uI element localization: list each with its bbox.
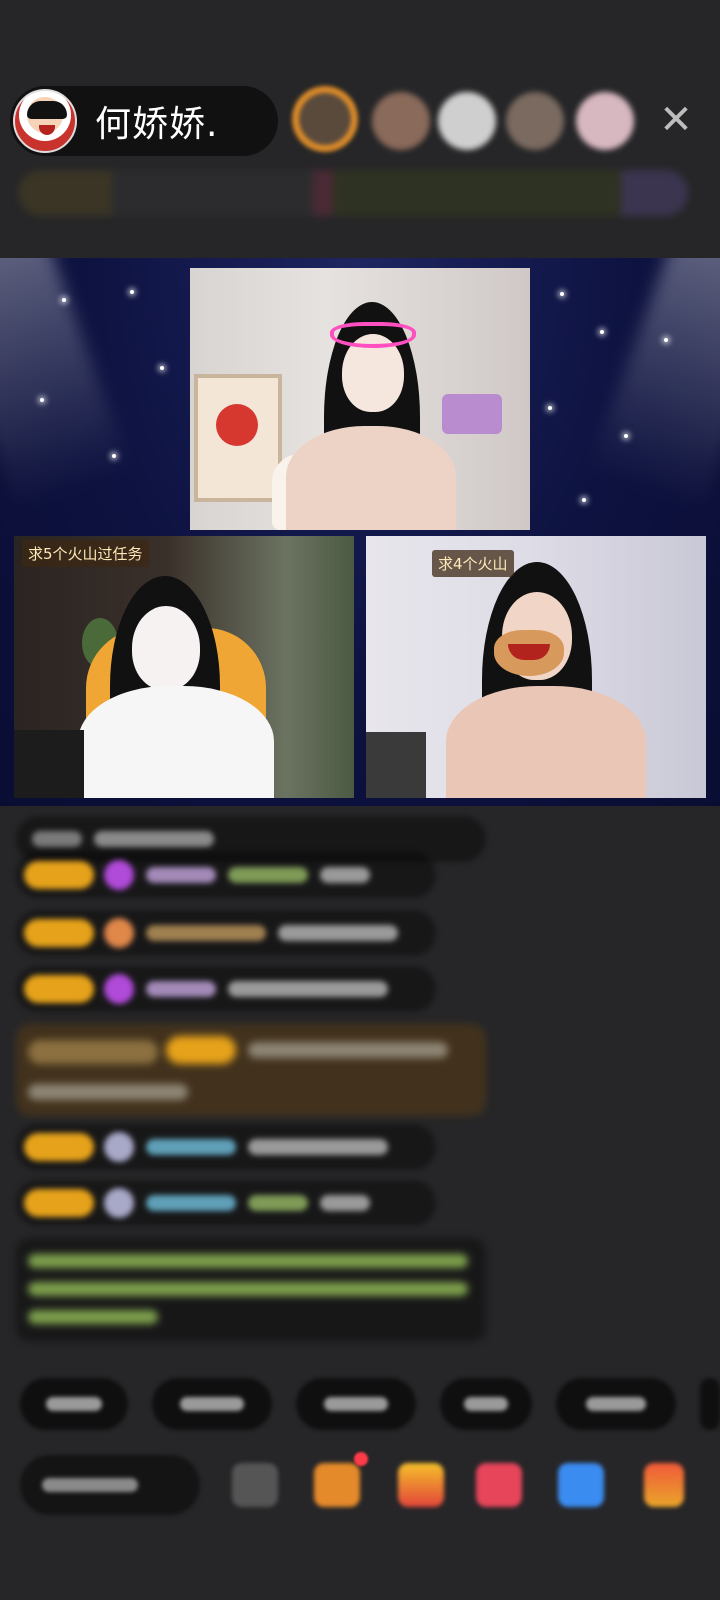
- guest-body: [78, 686, 274, 798]
- game-icon[interactable]: [558, 1463, 604, 1507]
- video-stage: 求5个火山过任务 求4个火山: [0, 258, 720, 806]
- task-tag-right: 求4个火山: [432, 550, 514, 577]
- host-video[interactable]: [190, 268, 530, 530]
- chat-message: [16, 1124, 436, 1170]
- chat-message-highlight: [16, 1024, 486, 1116]
- microphone: [366, 732, 426, 798]
- emoji-icon[interactable]: [232, 1463, 278, 1507]
- task-tag-left: 求5个火山过任务: [22, 540, 149, 567]
- star: [560, 292, 564, 296]
- viewer-avatar[interactable]: [506, 92, 564, 150]
- shop-icon[interactable]: [314, 1463, 360, 1507]
- gift-icon[interactable]: [644, 1463, 684, 1507]
- chat-message: [16, 966, 436, 1012]
- host-info-pill[interactable]: 何娇娇.: [10, 86, 278, 156]
- mouth-effect: [494, 630, 564, 676]
- quick-reply-chip[interactable]: [296, 1378, 416, 1430]
- gift-box-icon[interactable]: [398, 1463, 444, 1507]
- quick-reply-chip[interactable]: [440, 1378, 532, 1430]
- star: [548, 406, 552, 410]
- stage-light: [589, 258, 720, 511]
- quick-reply-chip[interactable]: [556, 1378, 676, 1430]
- chat-message: [16, 1180, 436, 1226]
- star: [582, 498, 586, 502]
- viewer-avatar[interactable]: [372, 92, 430, 150]
- star: [160, 366, 164, 370]
- chat-message: [16, 852, 436, 898]
- star: [624, 434, 628, 438]
- top-gifter-avatar[interactable]: [292, 86, 358, 152]
- host-body: [286, 426, 456, 530]
- host-avatar[interactable]: [13, 89, 77, 153]
- viewer-avatar[interactable]: [438, 92, 496, 150]
- star: [600, 330, 604, 334]
- notification-dot: [354, 1452, 368, 1466]
- guest-video-right[interactable]: 求4个火山: [366, 536, 706, 798]
- pink-lamp: [442, 394, 502, 434]
- stage-light: [0, 258, 131, 511]
- wall-poster: [194, 374, 282, 502]
- quick-reply-chip[interactable]: [20, 1378, 128, 1430]
- quick-reply-chip[interactable]: [152, 1378, 272, 1430]
- guest-face: [132, 606, 200, 690]
- pink-mask-effect: [330, 322, 416, 348]
- star: [40, 398, 44, 402]
- viewer-avatar[interactable]: [576, 92, 634, 150]
- guest-body: [446, 686, 646, 798]
- star: [112, 454, 116, 458]
- quick-reply-chip[interactable]: [700, 1378, 720, 1430]
- star: [664, 338, 668, 342]
- chat-input[interactable]: [20, 1455, 200, 1515]
- close-icon[interactable]: ✕: [654, 98, 698, 142]
- guest-video-left[interactable]: 求5个火山过任务: [14, 536, 354, 798]
- fan-club-icon[interactable]: [476, 1463, 522, 1507]
- star: [130, 290, 134, 294]
- star: [62, 298, 66, 302]
- host-name: 何娇娇.: [95, 104, 219, 145]
- microphone: [14, 730, 84, 798]
- system-notice: [16, 1238, 486, 1342]
- stream-info-row[interactable]: [18, 170, 688, 216]
- chat-message: [16, 910, 436, 956]
